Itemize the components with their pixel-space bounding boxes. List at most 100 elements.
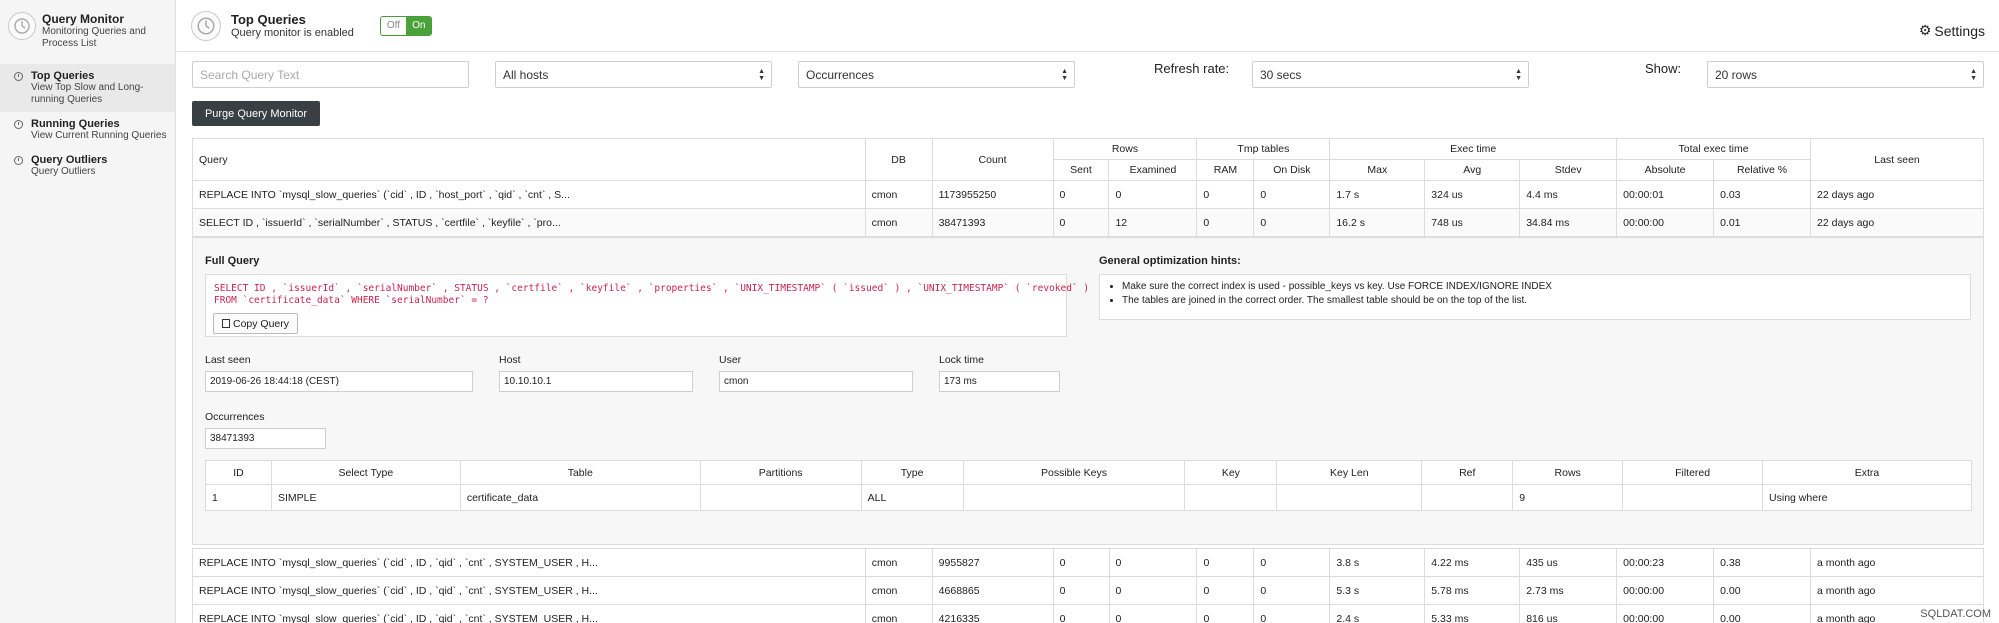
cell-max: 3.8 s [1329, 548, 1426, 577]
cell-stdev: 34.84 ms [1519, 208, 1618, 237]
cell-ram: 0 [1196, 548, 1255, 577]
cell-sent: 0 [1052, 208, 1110, 237]
cell-stdev: 816 us [1519, 604, 1618, 623]
cell-last: 22 days ago [1810, 180, 1984, 209]
lock-time-field[interactable]: 173 ms [939, 371, 1060, 392]
cell-disk: 0 [1253, 548, 1331, 577]
col-group-tmp-tables: Tmp tables [1196, 138, 1331, 160]
cell-abs: 00:00:23 [1616, 548, 1715, 577]
top-queries-table: Query DB Count Rows Tmp tables Exec time… [192, 138, 1984, 237]
col-header-stdev[interactable]: Stdev [1519, 159, 1618, 181]
full-query-box: SELECT ID , `issuerId` , `serialNumber` … [205, 274, 1089, 337]
explain-table: ID Select Type Table Partitions Type Pos… [205, 460, 1972, 511]
col-header-db[interactable]: DB [864, 138, 933, 181]
clock-icon [14, 72, 23, 81]
explain-cell: certificate_data [459, 484, 701, 511]
copy-query-button[interactable]: Copy Query [213, 313, 299, 334]
last-seen-field[interactable]: 2019-06-26 18:44:18 (CEST) [205, 371, 473, 392]
cell-avg: 748 us [1424, 208, 1521, 237]
cell-stdev: 4.4 ms [1519, 180, 1618, 209]
col-header-max[interactable]: Max [1329, 159, 1426, 181]
occurrences-field[interactable]: 38471393 [205, 428, 326, 449]
sort-select[interactable]: Occurrences ▲ ▼ [798, 61, 1075, 88]
col-header-count[interactable]: Count [931, 138, 1054, 181]
sidebar-item-label: Running Queries [31, 118, 120, 130]
cell-count: 9955827 [931, 548, 1054, 577]
last-seen-label: Last seen [205, 354, 251, 366]
show-label: Show: [1645, 61, 1682, 76]
table-row[interactable]: REPLACE INTO `mysql_slow_queries` (`cid`… [192, 548, 1984, 577]
monitor-toggle[interactable]: Off On [379, 15, 433, 36]
search-input[interactable]: Search Query Text [192, 61, 469, 88]
hint-item: Make sure the correct index is used - po… [1122, 280, 1970, 294]
sidebar: Query Monitor Monitoring Queries and Pro… [0, 0, 176, 623]
query-monitor-logo-icon [8, 12, 36, 40]
explain-header: Select Type [270, 460, 461, 485]
cell-disk: 0 [1253, 604, 1331, 623]
cell-ram: 0 [1196, 576, 1255, 605]
cell-count: 1173955250 [931, 180, 1054, 209]
cell-disk: 0 [1253, 576, 1331, 605]
explain-header: Rows [1512, 460, 1624, 485]
cell-max: 1.7 s [1329, 180, 1426, 209]
table-row-selected[interactable]: SELECT ID , `issuerId` , `serialNumber` … [192, 208, 1984, 237]
cell-query: REPLACE INTO `mysql_slow_queries` (`cid`… [192, 604, 866, 623]
sidebar-item-running-queries[interactable]: Running Queries View Current Running Que… [0, 112, 175, 148]
app-subtitle: Monitoring Queries and Process List [42, 26, 146, 49]
col-header-last-seen[interactable]: Last seen [1810, 138, 1984, 181]
user-field[interactable]: cmon [719, 371, 913, 392]
sidebar-item-label: Query Outliers [31, 154, 108, 166]
sidebar-item-top-queries[interactable]: Top Queries View Top Slow and Long-runni… [0, 64, 175, 112]
table-row[interactable]: REPLACE INTO `mysql_slow_queries` (`cid`… [192, 180, 1984, 209]
col-header-relative[interactable]: Relative % [1713, 159, 1812, 181]
show-rows-select[interactable]: 20 rows ▲ ▼ [1707, 61, 1984, 88]
cell-examined: 12 [1108, 208, 1198, 237]
toggle-on[interactable]: On [406, 16, 432, 35]
explain-cell [962, 484, 1186, 511]
clock-icon [14, 120, 23, 129]
cell-max: 2.4 s [1329, 604, 1426, 623]
cell-avg: 5.78 ms [1424, 576, 1521, 605]
select-arrows-icon: ▲ ▼ [1970, 68, 1977, 82]
cell-count: 4216335 [931, 604, 1054, 623]
full-query-sql[interactable]: SELECT ID , `issuerId` , `serialNumber` … [214, 283, 1089, 307]
host-field[interactable]: 10.10.10.1 [499, 371, 693, 392]
table-row[interactable]: REPLACE INTO `mysql_slow_queries` (`cid`… [192, 604, 1984, 623]
col-header-absolute[interactable]: Absolute [1616, 159, 1715, 181]
cell-max: 5.3 s [1329, 576, 1426, 605]
toggle-off[interactable]: Off [380, 16, 407, 35]
explain-cell: 1 [205, 484, 272, 511]
sidebar-item-desc: View Current Running Queries [31, 130, 167, 141]
sidebar-item-query-outliers[interactable]: Query Outliers Query Outliers [0, 148, 175, 184]
sql-line-1: SELECT ID , `issuerId` , `serialNumber` … [214, 283, 1090, 294]
purge-query-monitor-button[interactable]: Purge Query Monitor [192, 101, 320, 126]
explain-cell: SIMPLE [270, 484, 461, 511]
table-row[interactable]: REPLACE INTO `mysql_slow_queries` (`cid`… [192, 576, 1984, 605]
cell-query: REPLACE INTO `mysql_slow_queries` (`cid`… [192, 180, 866, 209]
col-header-query[interactable]: Query [192, 138, 866, 181]
settings-button[interactable]: ⚙ Settings [1919, 22, 1985, 39]
gear-icon: ⚙ [1918, 22, 1932, 38]
explain-cell [1276, 484, 1423, 511]
col-group-rows: Rows [1052, 138, 1198, 160]
col-header-examined[interactable]: Examined [1108, 159, 1198, 181]
col-header-avg[interactable]: Avg [1424, 159, 1521, 181]
cell-ram: 0 [1196, 208, 1255, 237]
explain-header: Ref [1421, 460, 1514, 485]
cell-sent: 0 [1052, 576, 1110, 605]
occurrences-label: Occurrences [205, 411, 265, 423]
col-header-ram[interactable]: RAM [1196, 159, 1255, 181]
col-header-sent[interactable]: Sent [1052, 159, 1110, 181]
explain-cell: 9 [1512, 484, 1624, 511]
explain-cell [1184, 484, 1278, 511]
cell-rel: 0.00 [1713, 604, 1812, 623]
page-title: Top Queries [231, 12, 306, 27]
cell-examined: 0 [1108, 604, 1198, 623]
sidebar-header: Query Monitor Monitoring Queries and Pro… [0, 0, 175, 56]
refresh-rate-select[interactable]: 30 secs ▲ ▼ [1252, 61, 1529, 88]
col-header-on-disk[interactable]: On Disk [1253, 159, 1331, 181]
col-group-exec-time: Exec time [1329, 138, 1618, 160]
cell-avg: 5.33 ms [1424, 604, 1521, 623]
page-subtitle: Query monitor is enabled [231, 27, 354, 39]
hosts-select[interactable]: All hosts ▲ ▼ [495, 61, 772, 88]
